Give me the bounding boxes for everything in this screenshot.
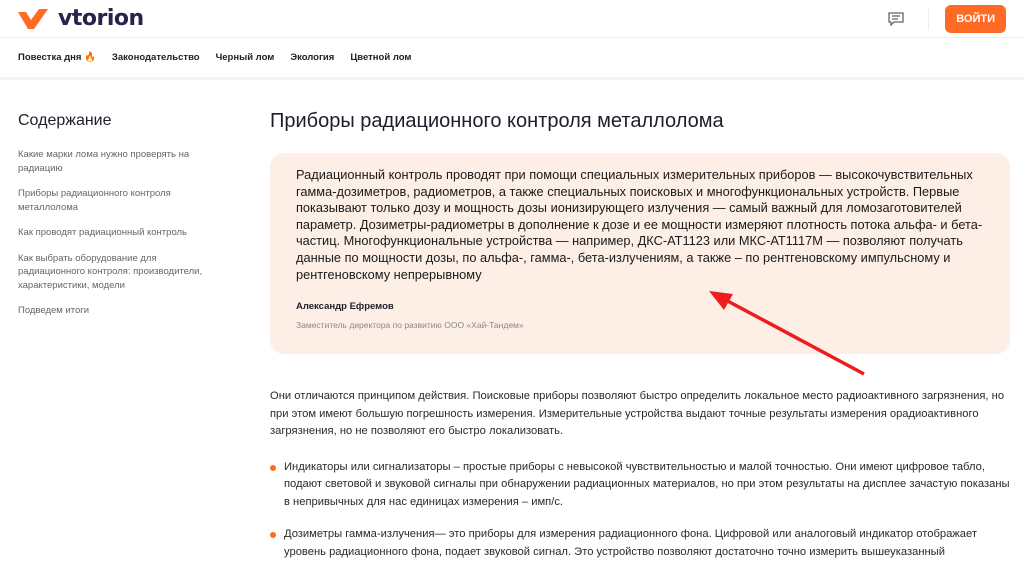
logo[interactable]: vtorion bbox=[18, 6, 144, 31]
site-header: vtorion ВОЙТИ bbox=[0, 0, 1024, 38]
bullet-list: Индикаторы или сигнализаторы – простые п… bbox=[270, 459, 1010, 562]
quote-author: Александр Ефремов bbox=[296, 301, 394, 313]
top-nav: Повестка дня 🔥 Законодательство Черный л… bbox=[0, 38, 1024, 80]
nav-item-nonferrous[interactable]: Цветной лом bbox=[350, 52, 411, 63]
quote-author-role: Заместитель директора по развитию ООО «Х… bbox=[296, 320, 524, 331]
login-button[interactable]: ВОЙТИ bbox=[945, 4, 1006, 33]
article: Приборы радиационного контроля металлоло… bbox=[270, 110, 1010, 576]
article-title: Приборы радиационного контроля металлоло… bbox=[270, 110, 724, 132]
article-paragraph: Они отличаются принципом действия. Поиск… bbox=[270, 390, 1005, 437]
nav-item-legislation[interactable]: Законодательство bbox=[112, 52, 200, 63]
divider bbox=[928, 7, 930, 30]
quote-text: Радиационный контроль проводят при помощ… bbox=[296, 167, 983, 282]
toc-item[interactable]: Подведем итоги bbox=[18, 304, 213, 318]
nav-item-ferrous[interactable]: Черный лом bbox=[216, 52, 275, 63]
nav-label: Повестка дня bbox=[18, 52, 82, 63]
list-item: Индикаторы или сигнализаторы – простые п… bbox=[270, 459, 1010, 512]
nav-item-agenda[interactable]: Повестка дня 🔥 bbox=[18, 52, 96, 63]
toc-item[interactable]: Как проводят радиационный контроль bbox=[18, 226, 213, 240]
toc-item[interactable]: Как выбрать оборудование для радиационно… bbox=[18, 252, 213, 293]
toc-title: Содержание bbox=[18, 112, 112, 129]
chat-icon[interactable] bbox=[888, 11, 904, 26]
toc-item[interactable]: Приборы радиационного контроля металлоло… bbox=[18, 187, 213, 214]
fire-icon: 🔥 bbox=[84, 52, 96, 63]
toc-item[interactable]: Какие марки лома нужно проверять на ради… bbox=[18, 148, 213, 175]
table-of-contents: Содержание Какие марки лома нужно провер… bbox=[18, 112, 213, 330]
quote-block: Радиационный контроль проводят при помощ… bbox=[270, 153, 1010, 354]
brand-name: vtorion bbox=[58, 6, 144, 31]
list-item: Дозиметры гамма-излучения— это приборы д… bbox=[270, 526, 1010, 561]
vtorion-logo-icon bbox=[18, 8, 48, 29]
nav-item-ecology[interactable]: Экология bbox=[290, 52, 334, 63]
